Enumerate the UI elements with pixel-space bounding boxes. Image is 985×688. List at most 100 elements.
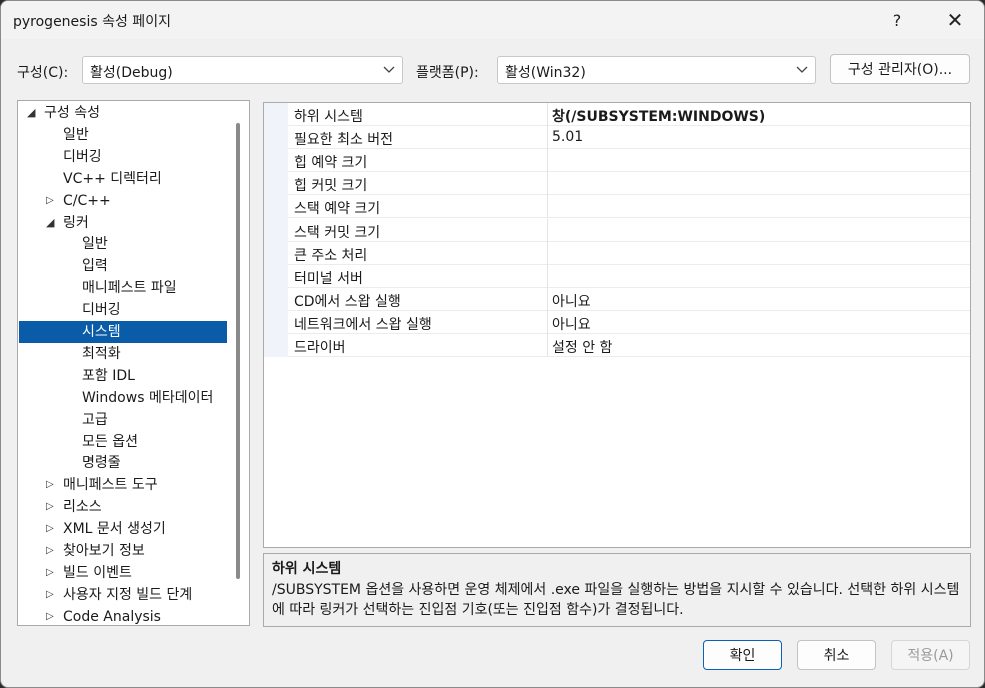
- property-value[interactable]: 창(/SUBSYSTEM:WINDOWS): [552, 106, 765, 126]
- tree-item[interactable]: 디버깅: [19, 299, 227, 321]
- tree-item[interactable]: ▷ 찾아보기 정보: [19, 540, 227, 562]
- triangle-expanded-icon[interactable]: ◢: [46, 212, 54, 234]
- tree-item[interactable]: 모든 옵션: [19, 431, 227, 453]
- config-label: 구성(C):: [17, 65, 69, 81]
- property-grid: 하위 시스템 창(/SUBSYSTEM:WINDOWS) 필요한 최소 버전 5.01…: [263, 102, 971, 548]
- tree-item[interactable]: 매니페스트 파일: [19, 277, 227, 299]
- tree-item-label: 입력: [82, 258, 108, 275]
- tree-item[interactable]: Windows 메타데이터: [19, 387, 227, 409]
- property-row[interactable]: 드라이버 설정 안 함: [288, 334, 970, 357]
- tree-item-label: 고급: [82, 411, 108, 428]
- property-name: 터미널 서버: [294, 270, 363, 287]
- description-body: /SUBSYSTEM 옵션을 사용하면 운영 체제에서 .exe 파일을 실행하…: [272, 582, 960, 618]
- tree-item[interactable]: VC++ 디렉터리: [19, 168, 227, 190]
- triangle-collapsed-icon[interactable]: ▷: [46, 584, 54, 606]
- tree-item-label: 빌드 이벤트: [63, 564, 132, 581]
- property-row[interactable]: CD에서 스왑 실행 아니요: [288, 287, 970, 311]
- tree-item-label: VC++ 디렉터리: [63, 170, 162, 187]
- tree-item[interactable]: ▷ Code Analysis: [19, 606, 227, 625]
- tree-item[interactable]: 일반: [19, 233, 227, 255]
- tree-item-label: 일반: [82, 236, 108, 253]
- property-name: 네트워크에서 스왑 실행: [294, 316, 432, 333]
- tree-item-label: 매니페스트 파일: [82, 280, 177, 297]
- triangle-collapsed-icon[interactable]: ▷: [46, 562, 54, 584]
- property-row[interactable]: 필요한 최소 버전 5.01: [288, 126, 970, 150]
- triangle-expanded-icon[interactable]: ◢: [27, 102, 35, 124]
- tree-item[interactable]: ▷ 리소스: [19, 496, 227, 518]
- ok-button[interactable]: 확인: [703, 640, 782, 670]
- apply-button[interactable]: 적용(A): [891, 640, 970, 670]
- tree-item[interactable]: ▷ 사용자 지정 빌드 단계: [19, 584, 227, 606]
- close-button[interactable]: ✕: [933, 5, 977, 35]
- tree-item-label: 최적화: [82, 345, 121, 362]
- tree-scrollbar-thumb[interactable]: [236, 123, 240, 579]
- column-divider: [547, 287, 548, 311]
- tree-item-label: 디버깅: [63, 148, 102, 165]
- tree-item[interactable]: 입력: [19, 255, 227, 277]
- property-value[interactable]: 5.01: [552, 129, 583, 145]
- property-row[interactable]: 힙 예약 크기: [288, 149, 970, 173]
- tree-item[interactable]: ▷ 매니페스트 도구: [19, 474, 227, 496]
- title-bar: pyrogenesis 속성 페이지 ? ✕: [1, 1, 984, 39]
- cancel-button[interactable]: 취소: [797, 640, 876, 670]
- window-title: pyrogenesis 속성 페이지: [13, 14, 171, 30]
- triangle-collapsed-icon[interactable]: ▷: [46, 606, 54, 625]
- triangle-collapsed-icon[interactable]: ▷: [46, 540, 54, 562]
- column-divider: [547, 103, 548, 126]
- property-row[interactable]: 힙 커밋 크기: [288, 172, 970, 196]
- tree-item-label: 매니페스트 도구: [63, 477, 158, 494]
- tree-item-label: 찾아보기 정보: [63, 543, 145, 559]
- grid-gutter: [264, 103, 288, 357]
- tree-item[interactable]: 포함 IDL: [19, 365, 227, 387]
- property-row[interactable]: 터미널 서버: [288, 264, 970, 288]
- tree-item-label: 포함 IDL: [82, 367, 135, 384]
- tree-item[interactable]: ▷ 빌드 이벤트: [19, 562, 227, 584]
- column-divider: [547, 126, 548, 150]
- property-row[interactable]: 하위 시스템 창(/SUBSYSTEM:WINDOWS): [288, 103, 970, 126]
- property-name: 큰 주소 처리: [294, 247, 368, 264]
- triangle-collapsed-icon[interactable]: ▷: [46, 518, 54, 540]
- property-row[interactable]: 큰 주소 처리: [288, 241, 970, 265]
- triangle-collapsed-icon[interactable]: ▷: [46, 474, 54, 496]
- tree-item[interactable]: 명령줄: [19, 452, 227, 474]
- property-name: CD에서 스왑 실행: [294, 293, 401, 310]
- tree-item[interactable]: ◢ 링커: [19, 212, 227, 234]
- config-manager-button[interactable]: 구성 관리자(O)...: [830, 54, 970, 84]
- triangle-collapsed-icon[interactable]: ▷: [46, 190, 54, 212]
- config-select[interactable]: 활성(Debug): [82, 56, 403, 84]
- property-name: 드라이버: [294, 340, 346, 356]
- tree-item[interactable]: 최적화: [19, 343, 227, 365]
- tree-item[interactable]: 일반: [19, 124, 227, 146]
- tree-item-label: XML 문서 생성기: [63, 521, 166, 538]
- tree-item[interactable]: 디버깅: [19, 146, 227, 168]
- tree-item-label: 시스템: [82, 324, 121, 340]
- property-row[interactable]: 스택 예약 크기: [288, 195, 970, 219]
- tree-item[interactable]: ▷ C/C++: [19, 190, 227, 212]
- tree-item[interactable]: ▷ XML 문서 생성기: [19, 518, 227, 540]
- column-divider: [547, 264, 548, 288]
- property-value[interactable]: 아니요: [552, 314, 591, 334]
- tree-item-label: Windows 메타데이터: [82, 389, 214, 406]
- property-value[interactable]: 설정 안 함: [552, 337, 612, 357]
- tree-item-label: 명령줄: [82, 455, 121, 472]
- triangle-collapsed-icon[interactable]: ▷: [46, 496, 54, 518]
- tree-item-label: 모든 옵션: [82, 433, 138, 450]
- property-row[interactable]: 스택 커밋 크기: [288, 218, 970, 242]
- platform-value: 활성(Win32): [505, 65, 586, 81]
- tree-item-label: 링커: [63, 214, 89, 231]
- tree-item-label: Code Analysis: [63, 608, 161, 625]
- config-value: 활성(Debug): [90, 65, 173, 81]
- column-divider: [547, 310, 548, 334]
- description-panel: 하위 시스템 /SUBSYSTEM 옵션을 사용하면 운영 체제에서 .exe …: [263, 553, 971, 627]
- property-value[interactable]: 아니요: [552, 291, 591, 311]
- column-divider: [547, 218, 548, 242]
- tree-item[interactable]: 고급: [19, 409, 227, 431]
- property-row[interactable]: 네트워크에서 스왑 실행 아니요: [288, 310, 970, 334]
- tree-item[interactable]: 시스템: [19, 321, 227, 343]
- tree-item-label: 일반: [63, 126, 89, 143]
- help-button[interactable]: ?: [875, 5, 919, 35]
- tree-item[interactable]: ◢ 구성 속성: [19, 102, 227, 124]
- tree-item-label: 리소스: [63, 499, 102, 516]
- property-name: 필요한 최소 버전: [294, 132, 394, 149]
- platform-select[interactable]: 활성(Win32): [497, 56, 816, 84]
